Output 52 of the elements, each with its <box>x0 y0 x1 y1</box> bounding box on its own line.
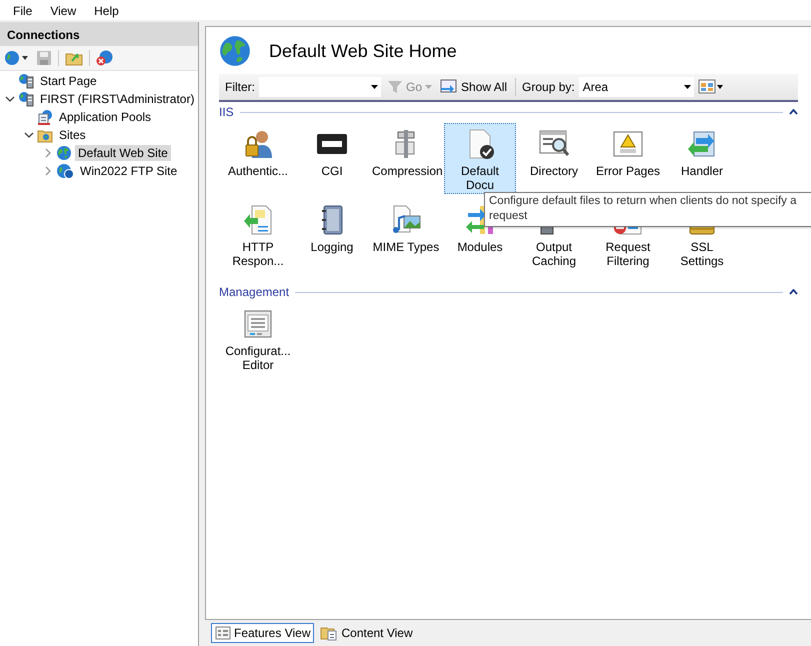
feature-tile[interactable]: MIME Types <box>370 199 442 256</box>
folder-document-icon <box>320 625 338 641</box>
tooltip: Configure default files to return when clients do not specify a request <box>484 192 811 227</box>
caret-icon[interactable] <box>371 85 378 89</box>
group-title: IIS <box>219 105 234 119</box>
collapse-icon[interactable] <box>789 289 798 295</box>
feature-tile[interactable]: Configurat... Editor <box>222 303 294 374</box>
caret-icon <box>684 85 691 89</box>
music-picture-icon <box>390 204 422 236</box>
globe-badge-icon <box>56 163 74 179</box>
group-by-label: Group by: <box>522 80 575 94</box>
tree-item[interactable]: Sites <box>56 127 89 143</box>
show-all-button[interactable]: Show All <box>438 79 510 95</box>
caret-icon <box>425 85 432 89</box>
feature-tile[interactable]: Default Docu <box>444 123 516 194</box>
filter-label: Filter: <box>225 80 255 94</box>
tree-item[interactable]: Application Pools <box>56 109 154 125</box>
tree-item[interactable]: Win2022 FTP Site <box>77 163 180 179</box>
group-title: Management <box>219 285 290 299</box>
collapse-icon[interactable] <box>789 109 798 115</box>
globe-disconnect-icon[interactable] <box>96 50 114 66</box>
panel-title: Connections <box>0 22 198 46</box>
feature-tile[interactable]: Compression <box>370 123 442 180</box>
funnel-icon <box>387 79 403 95</box>
group-by-dropdown[interactable]: Area <box>578 77 694 97</box>
menu-item[interactable]: File <box>4 2 42 18</box>
feature-tile[interactable]: Directory <box>518 123 590 180</box>
save-icon[interactable] <box>36 50 52 66</box>
tree-item[interactable]: Default Web Site <box>75 145 171 161</box>
feature-tile[interactable]: Handler <box>666 123 738 180</box>
feature-tile[interactable]: HTTP Respon... <box>222 199 294 270</box>
globe-icon <box>56 145 72 161</box>
view-options-icon[interactable] <box>698 79 724 95</box>
features-view-icon <box>215 625 231 641</box>
folder-up-icon[interactable] <box>65 50 83 66</box>
application-pools-icon <box>37 109 53 125</box>
menu-item[interactable]: View <box>41 2 86 18</box>
form-window-icon <box>242 308 274 340</box>
view-tab[interactable]: Content View <box>316 623 417 643</box>
document-arrow-icon <box>242 204 274 236</box>
view-tab[interactable]: Features View <box>211 623 314 643</box>
filter-field[interactable] <box>259 77 381 97</box>
page-title: Default Web Site Home <box>269 40 457 62</box>
tree-item[interactable]: Start Page <box>37 73 100 89</box>
feature-tile[interactable]: Authentic... <box>222 123 294 180</box>
tree-item[interactable]: FIRST (FIRST\Administrator) <box>37 91 198 107</box>
menu-item[interactable]: Help <box>85 2 128 18</box>
feature-tile[interactable]: Error Pages <box>592 123 664 180</box>
feature-tile[interactable]: Logging <box>296 199 368 256</box>
feature-tile[interactable]: CGI <box>296 123 368 180</box>
globe-icon <box>218 34 252 68</box>
globe-connect-icon[interactable] <box>4 50 30 66</box>
